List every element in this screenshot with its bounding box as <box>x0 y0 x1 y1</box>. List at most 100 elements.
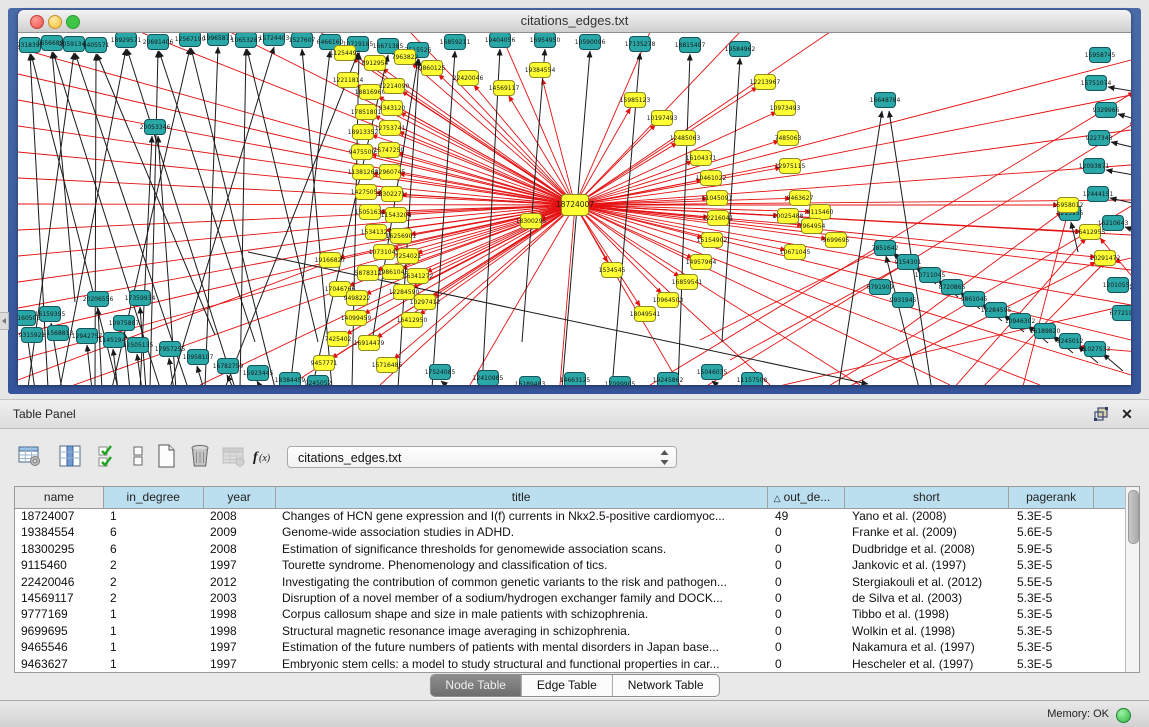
table-scrollbar[interactable] <box>1125 487 1139 672</box>
column-header-name[interactable]: name <box>15 487 104 508</box>
table-cell[interactable]: 49 <box>769 508 846 524</box>
column-header-title[interactable]: title <box>276 487 768 508</box>
table-cell[interactable]: 0 <box>769 606 846 622</box>
network-node[interactable]: 14275052 <box>351 185 382 200</box>
network-node[interactable]: 16954950 <box>530 33 561 48</box>
network-node[interactable]: 9860125 <box>419 61 446 76</box>
table-row[interactable]: 1830029562008Estimation of significance … <box>15 541 1125 557</box>
new-column-button[interactable] <box>150 440 182 472</box>
network-node[interactable]: 10653287 <box>231 33 262 48</box>
table-cell[interactable]: Investigating the contribution of common… <box>276 574 769 590</box>
network-node[interactable]: 14957964 <box>686 255 717 270</box>
table-cell[interactable]: 9463627 <box>15 656 104 672</box>
network-node[interactable]: 19584962 <box>725 42 756 57</box>
network-node[interactable]: 16159395 <box>35 307 66 322</box>
network-node[interactable]: 9227343 <box>1086 131 1113 146</box>
network-node[interactable]: 19965871 <box>203 33 234 46</box>
network-node[interactable]: 10671045 <box>780 245 811 260</box>
network-node[interactable]: 9329966 <box>1093 103 1120 118</box>
table-cell[interactable]: de Silva et al. (2003) <box>846 590 1011 606</box>
table-cell[interactable]: Disruption of a novel member of a sodium… <box>276 590 769 606</box>
network-node[interactable]: 12410985 <box>473 371 504 386</box>
table-cell[interactable]: Tibbo et al. (1998) <box>846 606 1011 622</box>
table-cell[interactable]: 9699695 <box>15 623 104 639</box>
table-cell[interactable]: 5.3E-5 <box>1011 590 1096 606</box>
network-node[interactable]: 14099459 <box>341 311 372 326</box>
network-node[interactable]: 15724403 <box>259 33 290 46</box>
table-cell[interactable]: 0 <box>769 639 846 655</box>
network-node[interactable]: 9457771 <box>311 356 338 371</box>
zoom-window-button[interactable] <box>66 15 80 29</box>
table-cell[interactable]: 2003 <box>204 590 276 606</box>
network-node[interactable]: 18384459 <box>275 373 306 386</box>
table-scrollbar-thumb[interactable] <box>1128 490 1139 544</box>
panel-collapse-arrow-icon[interactable] <box>0 312 9 330</box>
network-node[interactable]: 16648784 <box>870 93 901 108</box>
network-node[interactable]: 10711045 <box>915 268 946 283</box>
network-node[interactable]: 10946302 <box>1005 314 1036 329</box>
network-node[interactable]: 8302271 <box>379 187 406 202</box>
network-node[interactable]: 9405571 <box>83 38 110 53</box>
network-node[interactable]: 18049541 <box>630 307 661 322</box>
network-node[interactable]: 19166827 <box>315 253 346 268</box>
table-cell[interactable]: 5.3E-5 <box>1011 639 1096 655</box>
network-node[interactable]: 10964503 <box>653 293 684 308</box>
network-node[interactable]: 12213967 <box>750 75 781 90</box>
network-node[interactable]: 14663125 <box>560 373 591 386</box>
network-node[interactable]: 12093871 <box>1079 159 1110 174</box>
network-node[interactable]: 12505135 <box>123 338 154 353</box>
function-builder-button[interactable]: f (x) <box>248 440 280 472</box>
column-header-short[interactable]: short <box>845 487 1010 508</box>
table-cell[interactable]: Hescheler et al. (1997) <box>846 656 1011 672</box>
table-cell[interactable]: 22420046 <box>15 574 104 590</box>
table-cell[interactable]: 5.6E-5 <box>1011 524 1096 540</box>
table-cell[interactable]: 9115460 <box>15 557 104 573</box>
table-cell[interactable]: 0 <box>769 574 846 590</box>
table-cell[interactable]: 1997 <box>204 639 276 655</box>
network-node[interactable]: 10025488 <box>773 209 804 224</box>
network-node[interactable]: 17957255 <box>155 342 186 357</box>
network-node[interactable]: 8720865 <box>939 280 966 295</box>
network-node[interactable]: 8912954 <box>362 56 389 71</box>
network-node[interactable]: 15154902 <box>697 233 728 248</box>
network-node[interactable]: 6772195 <box>1110 306 1131 321</box>
table-cell[interactable]: 5.5E-5 <box>1011 574 1096 590</box>
table-cell[interactable]: 6 <box>104 541 204 557</box>
table-cell[interactable]: 0 <box>769 656 846 672</box>
table-cell[interactable]: 0 <box>769 524 846 540</box>
network-node[interactable]: 16412955 <box>1075 225 1106 240</box>
network-node[interactable]: 12753741 <box>375 121 406 136</box>
network-window-titlebar[interactable]: citations_edges.txt <box>18 10 1131 33</box>
close-window-button[interactable] <box>30 15 44 29</box>
table-cell[interactable]: 6 <box>104 524 204 540</box>
network-node[interactable]: 10975887 <box>109 316 140 331</box>
minimize-window-button[interactable] <box>48 15 62 29</box>
network-node[interactable]: 9343120 <box>379 101 406 116</box>
network-node[interactable]: 11568813 <box>43 326 74 341</box>
table-cell[interactable]: 2012 <box>204 574 276 590</box>
network-node[interactable]: 9463627 <box>787 191 814 206</box>
network-node[interactable]: 7851642 <box>872 241 899 256</box>
network-hub-node[interactable]: 18724007 <box>556 195 594 216</box>
table-cell[interactable]: Changes of HCN gene expression and I(f) … <box>276 508 769 524</box>
network-node[interactable]: 22420046 <box>453 71 484 86</box>
network-node[interactable]: 20053346 <box>140 120 171 135</box>
network-node[interactable]: 16859211 <box>440 35 471 50</box>
network-node[interactable]: 19404056 <box>485 33 516 48</box>
table-settings-button[interactable] <box>14 440 46 472</box>
network-node[interactable]: 18929571 <box>111 33 142 48</box>
delete-column-button[interactable] <box>184 440 216 472</box>
table-cell[interactable]: 1 <box>104 508 204 524</box>
network-node[interactable]: 16341272 <box>403 269 434 284</box>
column-header-year[interactable]: year <box>204 487 276 508</box>
table-cell[interactable]: Stergiakouli et al. (2012) <box>846 574 1011 590</box>
table-cell[interactable]: 0 <box>769 623 846 639</box>
table-cell[interactable]: 14569117 <box>15 590 104 606</box>
network-node[interactable]: 10958107 <box>183 350 214 365</box>
network-node[interactable]: 20691406 <box>143 35 174 50</box>
network-node[interactable]: 18815497 <box>675 38 706 53</box>
table-row[interactable]: 946362711997Embryonic stem cells: a mode… <box>15 656 1125 672</box>
network-node[interactable]: 10197493 <box>647 111 678 126</box>
table-cell[interactable]: 1997 <box>204 557 276 573</box>
select-all-button[interactable] <box>92 440 124 472</box>
